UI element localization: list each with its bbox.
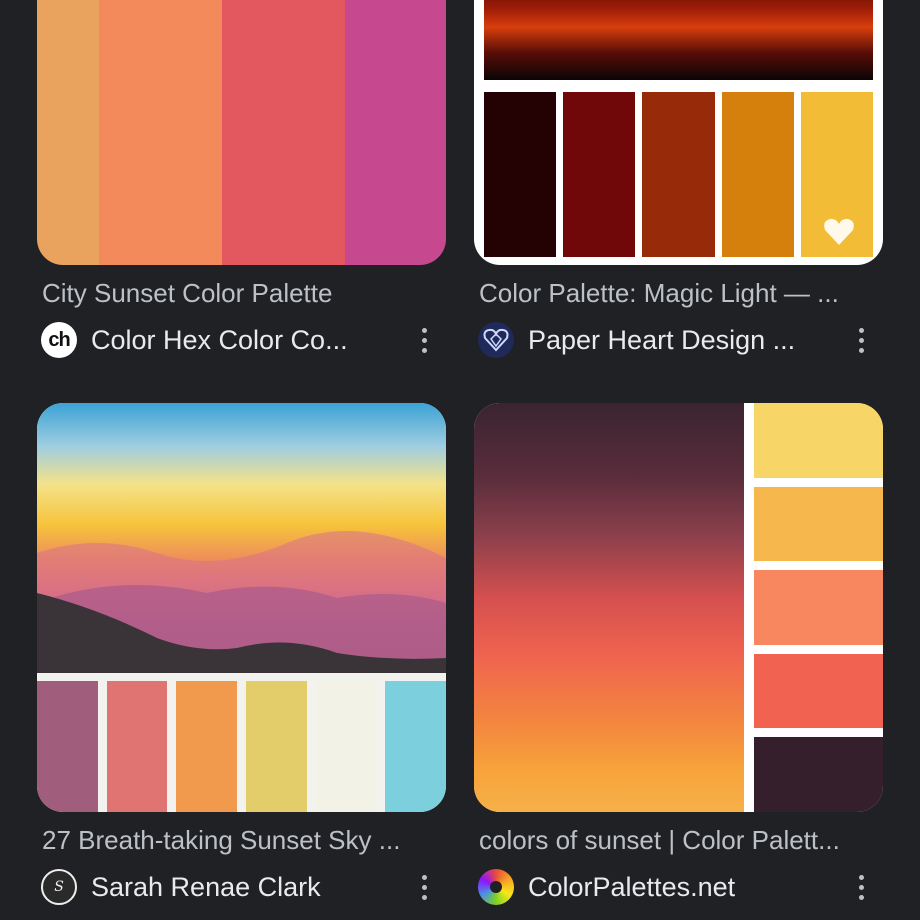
color-swatch [563, 92, 636, 257]
color-swatch [37, 681, 98, 812]
sky-photo [474, 403, 744, 812]
palette-swatches [484, 92, 874, 257]
result-thumbnail[interactable] [474, 0, 883, 265]
color-swatch [642, 92, 715, 257]
source-name: Sarah Renae Clark [91, 871, 321, 902]
result-source: Paper Heart Design ... [478, 320, 878, 360]
result-thumbnail[interactable] [37, 403, 446, 812]
result-title[interactable]: 27 Breath-taking Sunset Sky ... [42, 825, 442, 856]
color-swatch [385, 681, 446, 812]
palette-swatches [37, 0, 446, 265]
palette-swatches [37, 681, 446, 812]
color-swatch [106, 681, 168, 812]
result-thumbnail[interactable] [474, 403, 883, 812]
result-source: ch Color Hex Color Co... [41, 320, 441, 360]
palette-swatches [754, 403, 883, 812]
paper-heart-icon [478, 322, 514, 358]
color-swatch [222, 0, 345, 265]
result-title[interactable]: City Sunset Color Palette [42, 278, 442, 309]
source-name: ColorPalettes.net [528, 871, 736, 902]
result-source: S Sarah Renae Clark [41, 867, 441, 907]
color-swatch [345, 0, 446, 265]
color-swatch [246, 681, 307, 812]
color-swatch [754, 570, 883, 645]
result-thumbnail[interactable] [37, 0, 446, 265]
more-options-icon[interactable] [412, 869, 436, 905]
color-swatch [721, 92, 794, 257]
sarah-renae-clark-icon: S [41, 869, 77, 905]
source-name: Paper Heart Design ... [528, 324, 796, 355]
color-swatch [37, 0, 99, 265]
more-options-icon[interactable] [849, 322, 873, 358]
color-swatch [754, 486, 883, 562]
result-title[interactable]: colors of sunset | Color Palett... [479, 825, 879, 856]
ch-logo-icon: ch [41, 322, 77, 358]
source-name: Color Hex Color Co... [91, 324, 348, 355]
result-source: ColorPalettes.net [478, 867, 878, 907]
more-options-icon[interactable] [412, 322, 436, 358]
heart-logo-icon [822, 215, 856, 249]
color-swatch [176, 681, 238, 812]
sunset-photo [484, 0, 873, 80]
color-swatch [315, 681, 377, 812]
color-swatch [99, 0, 222, 265]
color-swatch [484, 92, 557, 257]
color-swatch [754, 653, 883, 729]
result-title[interactable]: Color Palette: Magic Light — ... [479, 278, 879, 309]
mountain-photo [37, 403, 446, 673]
more-options-icon[interactable] [849, 869, 873, 905]
color-swatch [754, 403, 883, 478]
colorpalettes-icon [478, 869, 514, 905]
color-swatch [754, 737, 883, 812]
